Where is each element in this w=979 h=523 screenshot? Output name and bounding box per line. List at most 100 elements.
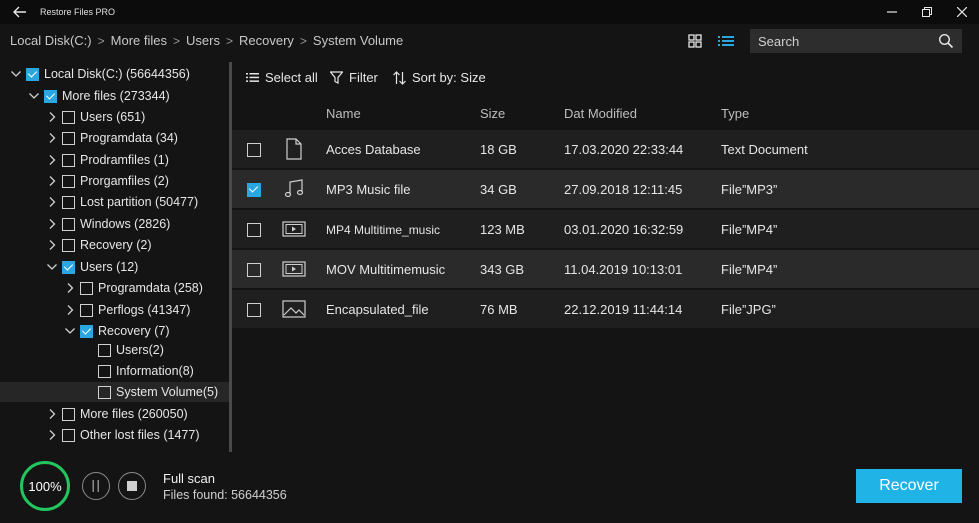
tree-item-label: Programdata (258) bbox=[98, 281, 203, 295]
table-row[interactable]: Acces Database 18 GB 17.03.2020 22:33:44… bbox=[232, 130, 979, 168]
recover-button[interactable]: Recover bbox=[856, 469, 962, 503]
minimize-button[interactable] bbox=[874, 0, 909, 24]
row-checkbox[interactable] bbox=[247, 263, 261, 277]
tree-item[interactable]: Users (651) bbox=[46, 107, 145, 127]
tree-checkbox[interactable] bbox=[62, 407, 75, 421]
chevron-right-icon[interactable] bbox=[64, 304, 76, 316]
search-icon[interactable] bbox=[938, 33, 954, 49]
file-type: File”MP4” bbox=[721, 262, 778, 277]
tree-checkbox[interactable] bbox=[62, 217, 75, 231]
tree-checkbox[interactable] bbox=[44, 89, 57, 103]
tree-item[interactable]: Prorgamfiles (2) bbox=[46, 171, 169, 191]
breadcrumb-item[interactable]: Recovery bbox=[239, 33, 294, 48]
tree-checkbox[interactable] bbox=[80, 303, 93, 317]
chevron-down-icon[interactable] bbox=[10, 68, 22, 80]
tree-checkbox[interactable] bbox=[62, 174, 75, 188]
tree-item[interactable]: Perflogs (41347) bbox=[64, 300, 190, 320]
table-row[interactable]: MP3 Music file 34 GB 27.09.2018 12:11:45… bbox=[232, 170, 979, 208]
chevron-right-icon[interactable] bbox=[46, 196, 58, 208]
file-name: MOV Multitimemusic bbox=[326, 262, 446, 277]
tree-checkbox[interactable] bbox=[62, 260, 75, 274]
tree-checkbox[interactable] bbox=[62, 428, 75, 442]
tree-item-label: Lost partition (50477) bbox=[80, 195, 199, 209]
tree-item[interactable]: Other lost files (1477) bbox=[46, 425, 200, 445]
row-checkbox[interactable] bbox=[247, 303, 261, 317]
tree-checkbox[interactable] bbox=[62, 238, 75, 252]
list-view-icon[interactable] bbox=[717, 33, 735, 49]
table-row[interactable]: MOV Multitimemusic 343 GB 11.04.2019 10:… bbox=[232, 250, 979, 288]
filter-button[interactable]: Filter bbox=[330, 70, 378, 85]
tree-item[interactable]: Local Disk(C:) (56644356) bbox=[10, 64, 190, 84]
column-header-size[interactable]: Size bbox=[480, 106, 505, 121]
close-button[interactable] bbox=[944, 0, 979, 24]
breadcrumb-item[interactable]: Local Disk(C:) bbox=[10, 33, 92, 48]
grid-view-icon[interactable] bbox=[687, 33, 703, 49]
table-row[interactable]: MP4 Multitime_music 123 MB 03.01.2020 16… bbox=[232, 210, 979, 248]
pause-button[interactable] bbox=[82, 472, 110, 500]
tree-checkbox[interactable] bbox=[80, 324, 93, 338]
column-header-type[interactable]: Type bbox=[721, 106, 749, 121]
search-input[interactable] bbox=[758, 33, 928, 49]
scan-title: Full scan bbox=[163, 471, 216, 486]
files-found-count: Files found: 56644356 bbox=[163, 488, 287, 502]
chevron-right-icon[interactable] bbox=[46, 132, 58, 144]
chevron-right-icon[interactable] bbox=[46, 175, 58, 187]
filter-icon bbox=[330, 71, 343, 84]
tree-checkbox[interactable] bbox=[26, 67, 39, 81]
chevron-right-icon[interactable] bbox=[46, 154, 58, 166]
back-button[interactable] bbox=[0, 0, 40, 24]
tree-checkbox[interactable] bbox=[98, 364, 111, 378]
tree-checkbox[interactable] bbox=[62, 153, 75, 167]
video-icon bbox=[282, 261, 306, 277]
arrow-left-icon bbox=[13, 6, 26, 18]
tree-checkbox[interactable] bbox=[98, 385, 111, 399]
breadcrumb-item[interactable]: Users bbox=[186, 33, 220, 48]
chevron-down-icon[interactable] bbox=[46, 261, 58, 273]
table-row[interactable]: Encapsulated_file 76 MB 22.12.2019 11:44… bbox=[232, 290, 979, 328]
tree-item[interactable]: Windows (2826) bbox=[46, 214, 170, 234]
chevron-right-icon: > bbox=[299, 33, 307, 48]
chevron-right-icon[interactable] bbox=[46, 239, 58, 251]
tree-item-label: Programdata (34) bbox=[80, 131, 178, 145]
tree-item[interactable]: More files (273344) bbox=[28, 86, 170, 106]
chevron-down-icon[interactable] bbox=[64, 325, 76, 337]
maximize-button[interactable] bbox=[909, 0, 944, 24]
select-all-button[interactable]: Select all bbox=[246, 70, 318, 85]
sort-button[interactable]: Sort by: Size bbox=[393, 70, 486, 85]
row-checkbox[interactable] bbox=[247, 223, 261, 237]
close-icon bbox=[956, 7, 967, 17]
chevron-right-icon[interactable] bbox=[46, 111, 58, 123]
tree-checkbox[interactable] bbox=[62, 110, 75, 124]
tree-item[interactable]: Information(8) bbox=[82, 361, 194, 381]
file-date: 11.04.2019 10:13:01 bbox=[564, 262, 683, 277]
tree-checkbox[interactable] bbox=[98, 343, 111, 357]
tree-item[interactable]: Users(2) bbox=[82, 340, 164, 360]
chevron-right-icon[interactable] bbox=[64, 282, 76, 294]
tree-item[interactable]: Programdata (34) bbox=[46, 128, 178, 148]
tree-item[interactable]: System Volume(5) bbox=[0, 382, 229, 402]
tree-item[interactable]: More files (260050) bbox=[46, 404, 188, 424]
column-header-name[interactable]: Name bbox=[326, 106, 361, 121]
chevron-right-icon[interactable] bbox=[46, 408, 58, 420]
tree-checkbox[interactable] bbox=[62, 195, 75, 209]
tree-item[interactable]: Recovery (7) bbox=[64, 321, 170, 341]
row-checkbox[interactable] bbox=[247, 183, 261, 197]
tree-item[interactable]: Recovery (2) bbox=[46, 235, 152, 255]
tree-item[interactable]: Lost partition (50477) bbox=[46, 192, 198, 212]
tree-item[interactable]: Prodramfiles (1) bbox=[46, 150, 169, 170]
breadcrumb-item[interactable]: More files bbox=[111, 33, 167, 48]
chevron-right-icon[interactable] bbox=[46, 218, 58, 230]
breadcrumb-item[interactable]: System Volume bbox=[313, 33, 403, 48]
chevron-right-icon[interactable] bbox=[46, 429, 58, 441]
tree-item-label: Users (651) bbox=[80, 110, 146, 124]
sort-icon bbox=[393, 70, 406, 85]
stop-button[interactable] bbox=[118, 472, 146, 500]
tree-item[interactable]: Programdata (258) bbox=[64, 278, 203, 298]
tree-checkbox[interactable] bbox=[62, 131, 75, 145]
tree-item[interactable]: Users (12) bbox=[46, 257, 138, 277]
row-checkbox[interactable] bbox=[247, 143, 261, 157]
column-header-date[interactable]: Dat Modified bbox=[564, 106, 637, 121]
chevron-down-icon[interactable] bbox=[28, 90, 40, 102]
tree-checkbox[interactable] bbox=[80, 281, 93, 295]
file-type: File”JPG” bbox=[721, 302, 776, 317]
